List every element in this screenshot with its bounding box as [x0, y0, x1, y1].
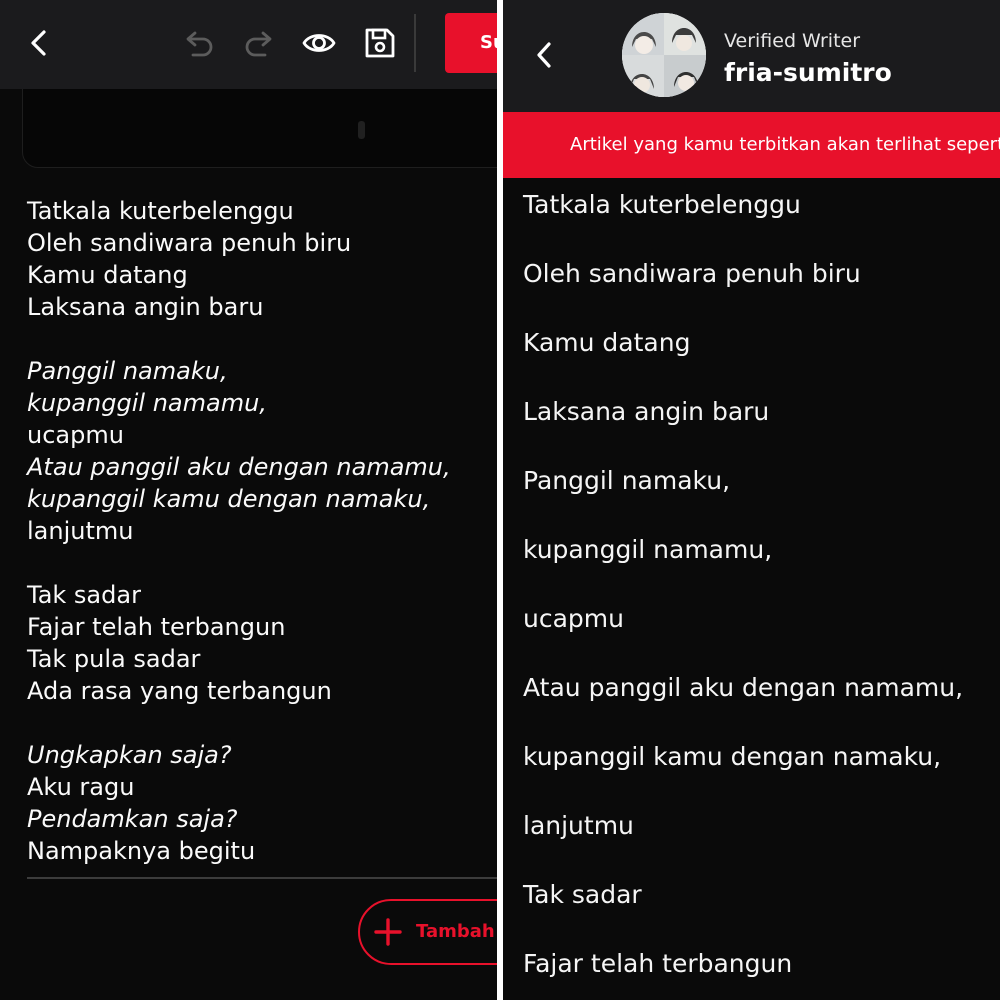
- poem-line: kupanggil kamu dengan namaku,: [27, 485, 431, 513]
- preview-line: lanjutmu: [523, 811, 634, 840]
- stanza: Tatkala kuterbelenggu Oleh sandiwara penu…: [27, 195, 497, 323]
- poem-line: ucapmu: [27, 421, 124, 449]
- preview-line: Tak sadar: [523, 880, 642, 909]
- preview-line: Panggil namaku,: [523, 466, 731, 495]
- poem-line: Oleh sandiwara penuh biru: [27, 229, 352, 257]
- author-badge: Verified Writer: [724, 30, 861, 52]
- preview-line: kupanggil namamu,: [523, 535, 773, 564]
- author-name[interactable]: fria-sumitro: [724, 58, 892, 87]
- redo-icon[interactable]: [241, 28, 277, 58]
- undo-icon[interactable]: [181, 28, 217, 58]
- poem-line: Nampaknya begitu: [27, 837, 256, 865]
- preview-notice-banner: Artikel yang kamu terbitkan akan terliha…: [503, 112, 1000, 178]
- stanza: Tak sadar Fajar telah terbangun Tak pula s…: [27, 579, 497, 707]
- stanza: Panggil namaku, kupanggil namamu, ucapmu At…: [27, 355, 497, 547]
- editor-divider: [27, 877, 497, 879]
- preview-line: Laksana angin baru: [523, 397, 770, 426]
- preview-notice-text: Artikel yang kamu terbitkan akan terliha…: [570, 134, 1000, 155]
- toolbar-divider: [414, 14, 416, 72]
- poem-line: Atau panggil aku dengan namamu,: [27, 453, 451, 481]
- poem-line: Tak pula sadar: [27, 645, 201, 673]
- poem-line: Laksana angin baru: [27, 293, 264, 321]
- add-section-button[interactable]: Tambah S: [358, 899, 497, 965]
- cover-image-mark: [358, 121, 365, 139]
- preview-line: kupanggil kamu dengan namaku,: [523, 742, 942, 771]
- editor-toolbar: Su: [0, 0, 497, 89]
- preview-panel: Verified Writer fria-sumitro Artikel yan…: [503, 0, 1000, 1000]
- poem-line: Aku ragu: [27, 773, 135, 801]
- poem-line: lanjutmu: [27, 517, 134, 545]
- poem-line: Panggil namaku,: [27, 357, 228, 385]
- floppy-disk-icon[interactable]: [364, 27, 396, 59]
- poem-line: Ungkapkan saja?: [27, 741, 232, 769]
- poem-line: Tak sadar: [27, 581, 141, 609]
- stanza: Ungkapkan saja? Aku ragu Pendamkan saja? Na…: [27, 739, 497, 867]
- eye-icon[interactable]: [302, 28, 336, 58]
- poem-line: Kamu datang: [27, 261, 188, 289]
- preview-line: Kamu datang: [523, 328, 691, 357]
- poem-line: Pendamkan saja?: [27, 805, 238, 833]
- poem-line: Fajar telah terbangun: [27, 613, 286, 641]
- editor-panel: Su Tatkala kuterbelenggu Oleh sandiwara p…: [0, 0, 497, 1000]
- editor-body[interactable]: Tatkala kuterbelenggu Oleh sandiwara penu…: [27, 195, 497, 899]
- preview-line: Fajar telah terbangun: [523, 949, 793, 978]
- avatar[interactable]: [622, 13, 706, 97]
- poem-line: Tatkala kuterbelenggu: [27, 197, 294, 225]
- poem-line: Ada rasa yang terbangun: [27, 677, 332, 705]
- preview-line: Atau panggil aku dengan namamu,: [523, 673, 964, 702]
- poem-line: kupanggil namamu,: [27, 389, 267, 417]
- preview-line: Oleh sandiwara penuh biru: [523, 259, 861, 288]
- plus-icon: [374, 918, 402, 946]
- preview-line: Tatkala kuterbelenggu: [523, 190, 801, 219]
- chevron-left-icon[interactable]: [24, 28, 54, 58]
- chevron-left-icon[interactable]: [531, 40, 557, 70]
- preview-line: ucapmu: [523, 604, 624, 633]
- preview-header: Verified Writer fria-sumitro: [503, 0, 1000, 112]
- submit-button[interactable]: Su: [445, 13, 497, 73]
- preview-body: Tatkala kuterbelenggu Oleh sandiwara penu…: [523, 187, 1000, 1000]
- add-section-label: Tambah S: [416, 921, 497, 942]
